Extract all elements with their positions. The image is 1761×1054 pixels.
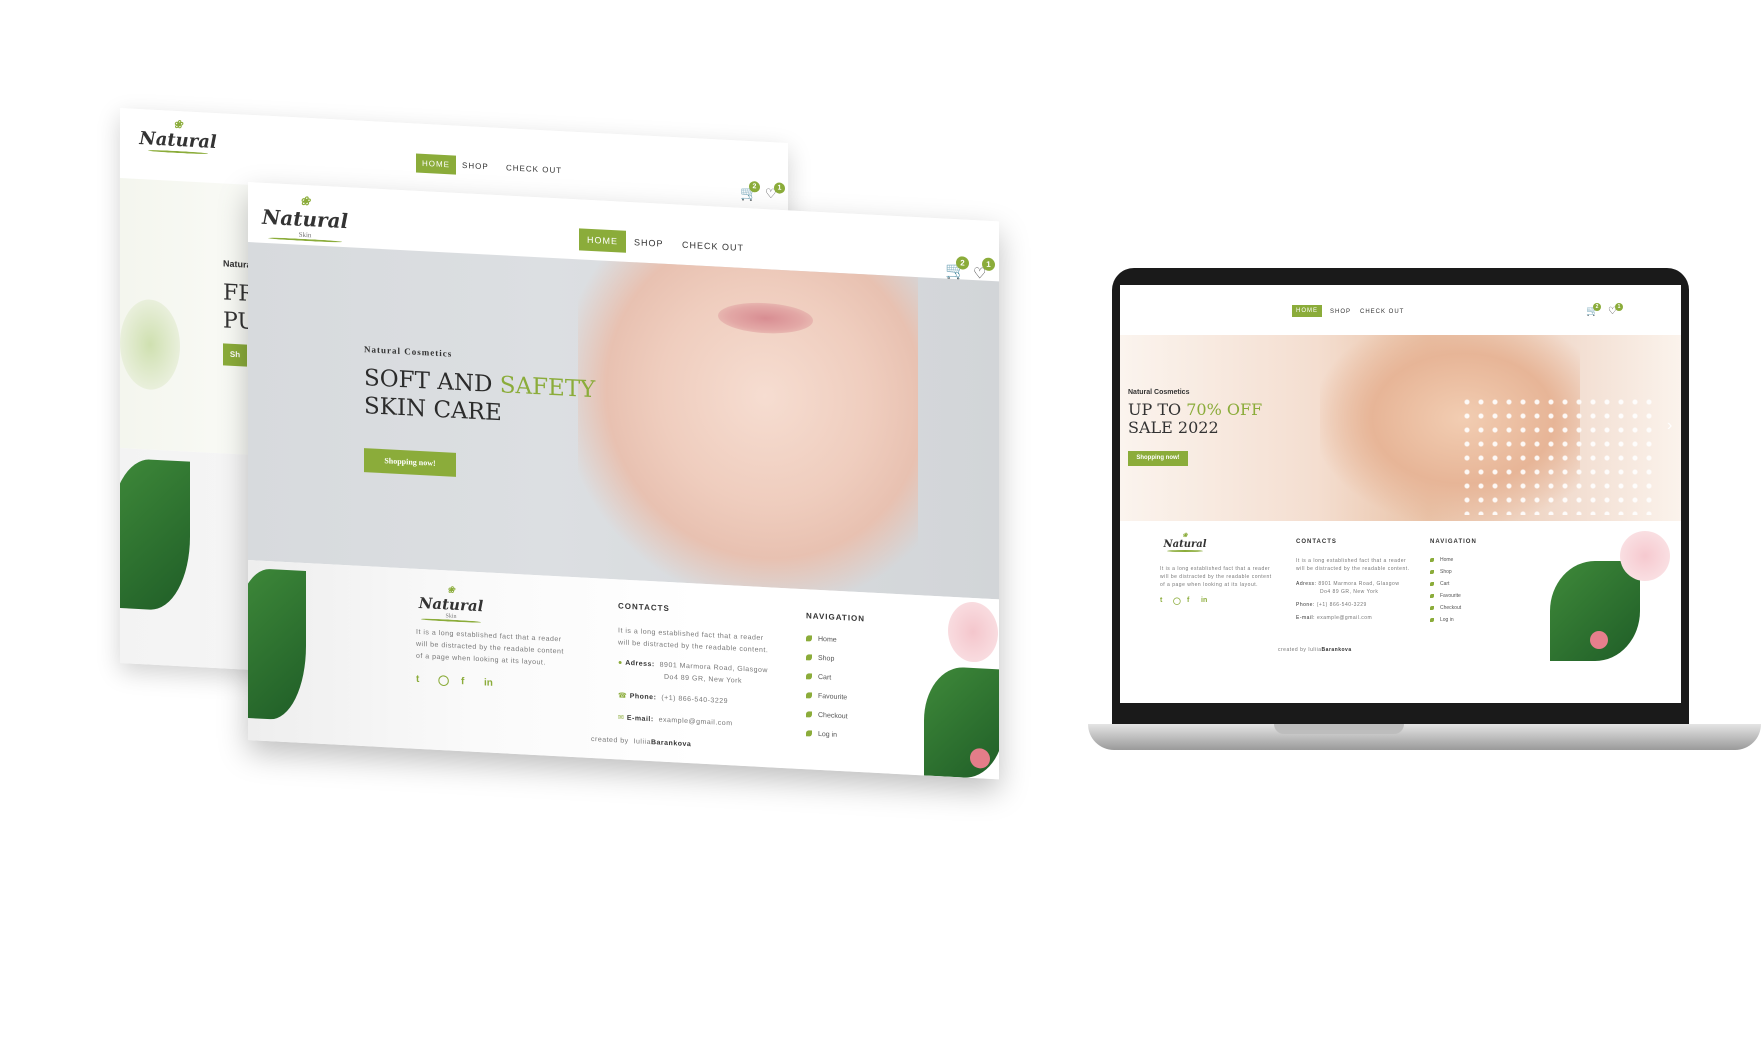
front-page-mockup: ❀ Natural Skin HOME SHOP CHECK OUT 🛒 2 ♡…	[248, 182, 999, 780]
footer-nav-home[interactable]: Home	[1430, 557, 1453, 563]
footer-nav-cart[interactable]: Cart	[1430, 581, 1449, 587]
nav-checkout[interactable]: CHECK OUT	[1360, 309, 1404, 315]
contacts-title: CONTACTS	[1296, 539, 1337, 545]
contacts-text: It is a long established fact that a rea…	[618, 627, 769, 655]
flowers	[1460, 395, 1660, 515]
footer-nav-checkout[interactable]: Checkout	[806, 711, 848, 720]
address: Adress: 8901 Marmora Road, Glasgow Do4 89…	[1296, 581, 1400, 595]
footer-nav-shop[interactable]: Shop	[806, 654, 834, 663]
footer-logo[interactable]: ❀ Natural Skin	[416, 585, 486, 624]
nav-home[interactable]: HOME	[579, 228, 626, 253]
nav-home[interactable]: HOME	[1292, 305, 1322, 317]
pink-berry	[1590, 631, 1608, 649]
fav-badge: 1	[982, 257, 995, 272]
leaf-decoration	[248, 567, 306, 722]
hero-banner: Natural Cosmetics SOFT AND SAFETY SKIN C…	[248, 242, 999, 600]
header: HOME SHOP CHECK OUT 🛒 2 ♡ 1	[1120, 285, 1681, 335]
shop-now-button[interactable]: Shopping now!	[1128, 451, 1188, 466]
laptop-base	[1088, 724, 1761, 750]
address: ● Adress: 8901 Marmora Road, Glasgow Do4 …	[618, 659, 768, 685]
footer-nav-login[interactable]: Log in	[806, 730, 837, 739]
instagram-icon[interactable]: ◯	[438, 675, 449, 687]
footer-about: It is a long established fact that a rea…	[1160, 566, 1272, 588]
hero-eyebrow: Natural Cosmetics	[1128, 389, 1190, 396]
hero-eyebrow: Natural Cosmetics	[364, 344, 453, 359]
logo[interactable]: ❀ Natural Skin	[262, 193, 348, 244]
nav-home[interactable]: HOME	[416, 153, 456, 175]
email: ✉ E-mail: example@gmail.com	[618, 714, 733, 728]
hero-banner: Natural Cosmetics UP TO 70% OFF SALE 202…	[1120, 335, 1681, 521]
linkedin-icon[interactable]: in	[484, 677, 493, 688]
fav-badge: 1	[774, 182, 785, 194]
instagram-icon[interactable]: ◯	[1173, 597, 1181, 605]
fav-badge: 1	[1615, 303, 1623, 311]
footer-nav-cart[interactable]: Cart	[806, 673, 831, 682]
logo[interactable]: ❀ Natural	[138, 117, 218, 155]
phone: Phone: (+1) 866-540-3229	[1296, 602, 1367, 608]
blurred-leaf	[120, 298, 180, 392]
footer: ❀ Natural Skin It is a long established …	[248, 560, 999, 780]
footer-nav-checkout[interactable]: Checkout	[1430, 605, 1461, 611]
nav-shop[interactable]: SHOP	[1330, 309, 1351, 315]
hero-headline: SOFT AND SAFETY SKIN CARE	[364, 365, 596, 427]
email: E-mail: example@gmail.com	[1296, 615, 1373, 621]
shop-now-button[interactable]: Shopping now!	[364, 448, 456, 477]
facebook-icon[interactable]: f	[1187, 597, 1189, 604]
footer-nav-home[interactable]: Home	[806, 635, 837, 644]
nav-shop[interactable]: SHOP	[634, 237, 664, 249]
footer: ❀ Natural It is a long established fact …	[1120, 521, 1681, 703]
footer-nav-favourite[interactable]: Favourite	[1430, 593, 1461, 599]
twitter-icon[interactable]: t	[1160, 597, 1162, 604]
linkedin-icon[interactable]: in	[1201, 597, 1207, 604]
footer-logo[interactable]: ❀ Natural	[1160, 533, 1210, 552]
pink-flowers	[1620, 531, 1670, 581]
navigation-title: NAVIGATION	[806, 611, 866, 624]
nav-checkout[interactable]: CHECK OUT	[682, 240, 744, 253]
footer-nav-shop[interactable]: Shop	[1430, 569, 1452, 575]
cart-badge: 2	[956, 256, 969, 270]
leaf-decoration	[120, 457, 190, 612]
phone: ☎ Phone: (+1) 866-540-3229	[618, 692, 728, 706]
navigation-title: NAVIGATION	[1430, 539, 1477, 545]
next-arrow-icon[interactable]: ›	[1667, 417, 1672, 435]
laptop-notch	[1274, 724, 1404, 734]
shop-now-button[interactable]: Sh	[223, 343, 247, 367]
credit: created by IuliiaBarankova	[591, 735, 692, 749]
laptop-page-mockup: HOME SHOP CHECK OUT 🛒 2 ♡ 1 Natural Cosm…	[1120, 285, 1681, 703]
credit: created by IuliiaBarankova	[1278, 647, 1352, 653]
pink-flowers	[948, 600, 998, 664]
twitter-icon[interactable]: t	[416, 674, 419, 685]
contacts-title: CONTACTS	[618, 601, 670, 614]
cart-badge: 2	[749, 180, 760, 193]
pink-berry	[970, 747, 990, 769]
footer-nav-favourite[interactable]: Favourite	[806, 692, 847, 701]
hero-headline: UP TO 70% OFF SALE 2022	[1128, 400, 1263, 437]
contacts-text: It is a long established fact that a rea…	[1296, 558, 1410, 572]
footer-about: It is a long established fact that a rea…	[416, 628, 564, 667]
nav-checkout[interactable]: CHECK OUT	[506, 163, 562, 175]
cart-badge: 2	[1593, 303, 1601, 311]
facebook-icon[interactable]: f	[461, 676, 464, 687]
nav-shop[interactable]: SHOP	[462, 161, 489, 171]
footer-nav-login[interactable]: Log in	[1430, 617, 1454, 623]
